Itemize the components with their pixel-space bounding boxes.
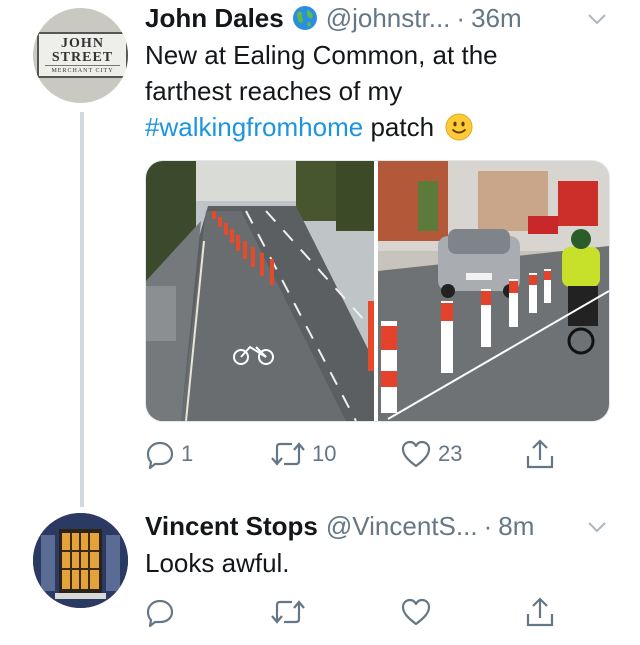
text-after-hashtag: patch <box>370 112 435 142</box>
retweet-icon <box>271 442 305 466</box>
avatar-sign-line1: JOHN <box>61 36 104 51</box>
tweet-text-line1: Looks awful. <box>145 548 290 578</box>
smiling-face-emoji-icon <box>445 113 473 141</box>
reply-count: 1 <box>181 441 194 466</box>
cyclist-photo[interactable] <box>378 161 609 421</box>
share-button[interactable] <box>525 594 555 630</box>
retweet-icon <box>271 600 305 624</box>
street-sign: JOHN STREET MERCHANT CITY <box>37 32 128 78</box>
reply-button[interactable] <box>145 594 181 630</box>
heart-icon <box>401 598 431 626</box>
avatar-john-dales[interactable]: JOHN STREET MERCHANT CITY <box>33 8 128 103</box>
avatar-photo <box>33 513 128 608</box>
author-handle[interactable]: @johnstr... <box>326 3 451 34</box>
cycle-lane-photo[interactable] <box>146 161 374 421</box>
heart-icon <box>401 440 431 468</box>
tweet-header: John Dales @johnstr... · 36m <box>145 2 522 34</box>
reply-icon <box>146 441 174 469</box>
avatar-sign-line3: MERCHANT CITY <box>51 68 114 74</box>
avatar-vincent-stops[interactable] <box>33 513 128 608</box>
share-button[interactable] <box>525 436 555 472</box>
like-button[interactable]: 23 <box>400 436 462 472</box>
reply-button[interactable]: 1 <box>145 436 193 472</box>
separator-dot: · <box>456 2 466 33</box>
hashtag-link[interactable]: #walkingfromhome <box>145 112 363 142</box>
globe-icon <box>292 6 317 30</box>
reply-icon <box>146 599 174 627</box>
chevron-down-icon[interactable] <box>587 520 607 534</box>
tweet-text-line3: #walkingfromhome patch <box>145 109 498 145</box>
retweet-button[interactable] <box>270 594 312 630</box>
timestamp[interactable]: 8m <box>498 511 534 542</box>
author-handle[interactable]: @VincentS... <box>326 511 478 542</box>
share-icon <box>526 439 554 469</box>
like-button[interactable] <box>400 594 438 630</box>
retweet-count: 10 <box>312 441 337 466</box>
like-count: 23 <box>438 441 463 466</box>
separator-dot: · <box>483 510 493 541</box>
tweet-actions: 1 10 23 <box>145 436 605 472</box>
chevron-down-icon[interactable] <box>587 12 607 26</box>
author-name[interactable]: John Dales <box>145 3 284 34</box>
share-icon <box>526 597 554 627</box>
tweet-media[interactable] <box>145 160 610 422</box>
timestamp[interactable]: 36m <box>471 3 522 34</box>
tweet-text-line2: farthest reaches of my <box>145 76 403 106</box>
tweet-text: New at Ealing Common, at the farthest re… <box>145 37 498 145</box>
avatar-sign-line2: STREET <box>45 51 120 66</box>
thread-line <box>80 112 84 507</box>
tweet-text: Looks awful. <box>145 545 290 581</box>
retweet-button[interactable]: 10 <box>270 436 336 472</box>
tweet-text-line1: New at Ealing Common, at the <box>145 40 498 70</box>
silver-car <box>438 229 520 298</box>
tweet-header: Vincent Stops @VincentS... · 8m <box>145 510 534 542</box>
author-name[interactable]: Vincent Stops <box>145 511 318 542</box>
tweet-actions <box>145 594 605 630</box>
